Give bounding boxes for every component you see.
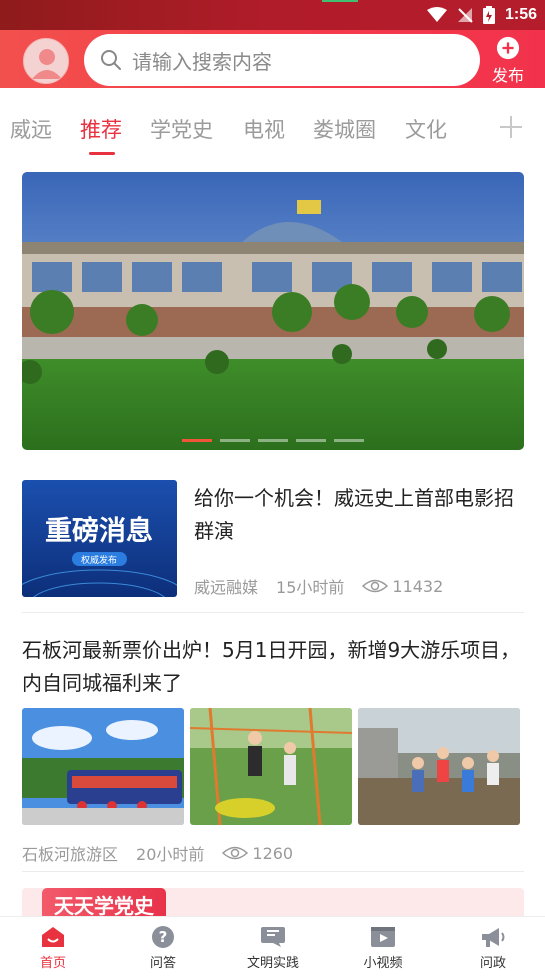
carousel-dot[interactable] [258, 439, 288, 442]
news-image[interactable] [22, 708, 184, 825]
news-source: 威远融媒 [194, 578, 259, 597]
view-count: 1260 [222, 844, 293, 863]
nav-home[interactable]: 首页 [8, 925, 98, 971]
nav-video[interactable]: 小视频 [338, 925, 428, 971]
tab-party-history[interactable]: 学党史 [150, 114, 213, 144]
status-indicator [322, 0, 358, 2]
nav-civilization[interactable]: 文明实践 [228, 925, 318, 971]
tab-culture[interactable]: 文化 [405, 114, 447, 144]
add-channel-icon[interactable] [498, 114, 524, 140]
channel-tabs: 威远 推荐 学党史 电视 娄城圈 文化 [0, 88, 545, 158]
battery-icon [482, 6, 495, 24]
megaphone-icon [482, 928, 505, 947]
view-count-value: 11432 [392, 576, 444, 596]
banner-image [22, 172, 524, 450]
carousel-dot[interactable] [182, 439, 212, 442]
status-time: 1:56 [504, 6, 537, 23]
no-signal-icon [457, 8, 473, 23]
divider [22, 612, 524, 613]
nav-qa[interactable]: ? 问答 [118, 925, 208, 971]
promo-card[interactable]: 天天学党史 [22, 888, 524, 918]
news-thumbnail: 重磅消息 权威发布 [22, 480, 177, 597]
nav-inquiry[interactable]: 问政 [448, 925, 538, 971]
eye-icon [362, 579, 389, 593]
promo-tag: 天天学党史 [42, 888, 166, 918]
tab-tv[interactable]: 电视 [243, 114, 285, 144]
nav-qa-label: 问答 [149, 956, 176, 971]
divider [22, 871, 524, 872]
tab-weiyuan[interactable]: 威远 [10, 114, 52, 144]
carousel-indicators [22, 439, 524, 442]
status-bar: 1:56 [0, 0, 545, 30]
search-placeholder: 请输入搜索内容 [132, 49, 272, 74]
banner-carousel[interactable] [22, 172, 524, 450]
app-header: 请输入搜索内容 发布 [0, 30, 545, 88]
plus-circle-icon [496, 36, 520, 60]
view-count-value: 1260 [252, 843, 294, 863]
carousel-dot[interactable] [334, 439, 364, 442]
news-image[interactable] [190, 708, 352, 825]
nav-video-label: 小视频 [363, 956, 403, 971]
bottom-nav: 首页 ? 问答 文明实践 小视频 问政 [0, 916, 545, 979]
carousel-dot[interactable] [220, 439, 250, 442]
svg-text:?: ? [159, 928, 168, 946]
active-tab-indicator [89, 152, 115, 155]
news-title[interactable]: 石板河最新票价出炉！5月1日开园，新增9大游乐项目，内自同城福利来了 [22, 634, 532, 700]
search-icon [101, 50, 121, 70]
tab-recommend[interactable]: 推荐 [80, 114, 122, 144]
tab-loucheng[interactable]: 娄城圈 [313, 114, 376, 144]
question-icon: ? [152, 926, 174, 948]
home-icon [42, 927, 64, 947]
publish-label: 发布 [491, 66, 524, 85]
nav-home-label: 首页 [39, 956, 66, 971]
news-time: 20小时前 [136, 845, 205, 864]
thumb-headline: 重磅消息 [45, 515, 153, 547]
news-meta: 石板河旅游区 20小时前 1260 [22, 841, 311, 865]
view-count: 11432 [362, 577, 443, 596]
video-icon [371, 927, 395, 947]
nav-civilization-label: 文明实践 [246, 956, 299, 971]
eye-icon [222, 846, 249, 860]
user-icon [32, 49, 62, 79]
carousel-dot[interactable] [296, 439, 326, 442]
wifi-icon [426, 7, 447, 22]
nav-inquiry-label: 问政 [479, 956, 506, 971]
news-source: 石板河旅游区 [22, 845, 119, 864]
news-image[interactable] [358, 708, 520, 825]
avatar[interactable] [23, 38, 69, 84]
news-meta: 威远融媒 15小时前 11432 [194, 574, 461, 598]
thumb-subtext: 权威发布 [81, 554, 117, 566]
news-item[interactable]: 重磅消息 权威发布 给你一个机会！威远史上首部电影招群演 威远融媒 15小时前 … [22, 480, 524, 612]
flag-icon [261, 927, 285, 947]
search-input[interactable]: 请输入搜索内容 [84, 34, 480, 86]
news-title[interactable]: 给你一个机会！威远史上首部电影招群演 [194, 482, 526, 548]
news-time: 15小时前 [276, 578, 345, 597]
publish-button[interactable]: 发布 [486, 36, 530, 86]
